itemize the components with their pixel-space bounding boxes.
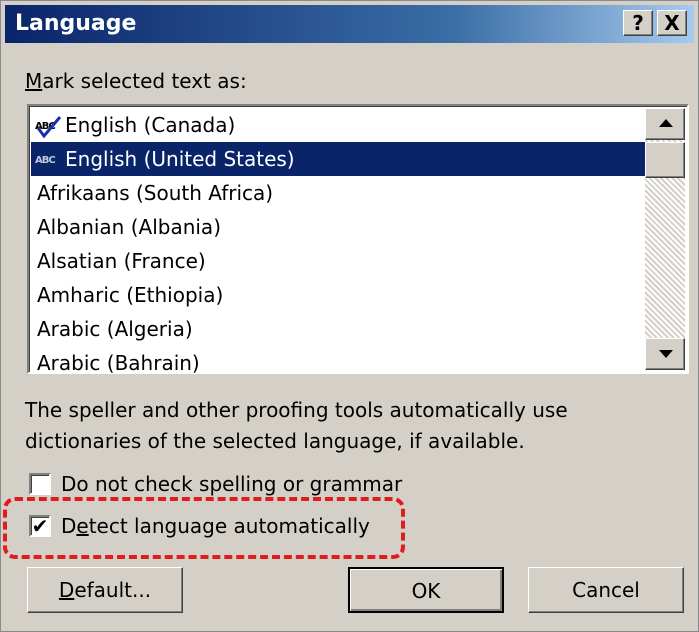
window-title: Language [15, 11, 137, 36]
list-item[interactable]: Arabic (Bahrain) [31, 346, 647, 380]
vertical-scrollbar[interactable] [645, 108, 685, 370]
list-item-label: Alsatian (France) [37, 249, 206, 273]
list-item-selected[interactable]: ABC English (United States) [31, 142, 647, 176]
help-button[interactable]: ? [623, 10, 653, 36]
scroll-thumb[interactable] [645, 142, 685, 178]
spell-check-icon: ABC [35, 110, 65, 140]
list-item-label: Albanian (Albania) [37, 215, 221, 239]
language-list: ABC English (Canada) ABC English (United… [31, 108, 647, 380]
list-item[interactable]: Arabic (Algeria) [31, 312, 647, 346]
list-item[interactable]: Afrikaans (South Africa) [31, 176, 647, 210]
list-item-label: Amharic (Ethiopia) [37, 283, 224, 307]
list-item-label: Afrikaans (South Africa) [37, 181, 274, 205]
language-listbox[interactable]: ABC English (Canada) ABC English (United… [27, 104, 689, 375]
list-item[interactable]: Amharic (Ethiopia) [31, 278, 647, 312]
list-item[interactable]: Alsatian (France) [31, 244, 647, 278]
list-item-label: English (United States) [65, 147, 295, 171]
list-item-label: Arabic (Bahrain) [37, 351, 200, 375]
no-check-spelling-checkbox[interactable] [29, 473, 51, 495]
arrow-down-icon [659, 350, 673, 358]
cancel-button[interactable]: Cancel [528, 567, 684, 613]
default-button[interactable]: Default... [27, 567, 183, 613]
ok-button[interactable]: OK [348, 567, 504, 613]
no-check-spelling-label: Do not check spelling or grammar [61, 472, 403, 496]
list-item[interactable]: Albanian (Albania) [31, 210, 647, 244]
scroll-down-button[interactable] [645, 338, 685, 370]
close-button[interactable]: X [657, 10, 687, 36]
language-dialog: Language ? X Mark selected text as: ABC … [0, 0, 699, 632]
spell-check-icon: ABC [35, 155, 56, 166]
highlight-annotation [3, 497, 405, 559]
description-text: The speller and other proofing tools aut… [25, 398, 568, 453]
list-item[interactable]: ABC English (Canada) [31, 108, 647, 142]
arrow-up-icon [659, 119, 673, 127]
list-label: Mark selected text as: [25, 69, 247, 93]
scroll-up-button[interactable] [645, 108, 685, 140]
list-item-label: Arabic (Algeria) [37, 317, 193, 341]
title-bar: Language ? X [5, 5, 694, 43]
list-item-label: English (Canada) [65, 113, 236, 137]
